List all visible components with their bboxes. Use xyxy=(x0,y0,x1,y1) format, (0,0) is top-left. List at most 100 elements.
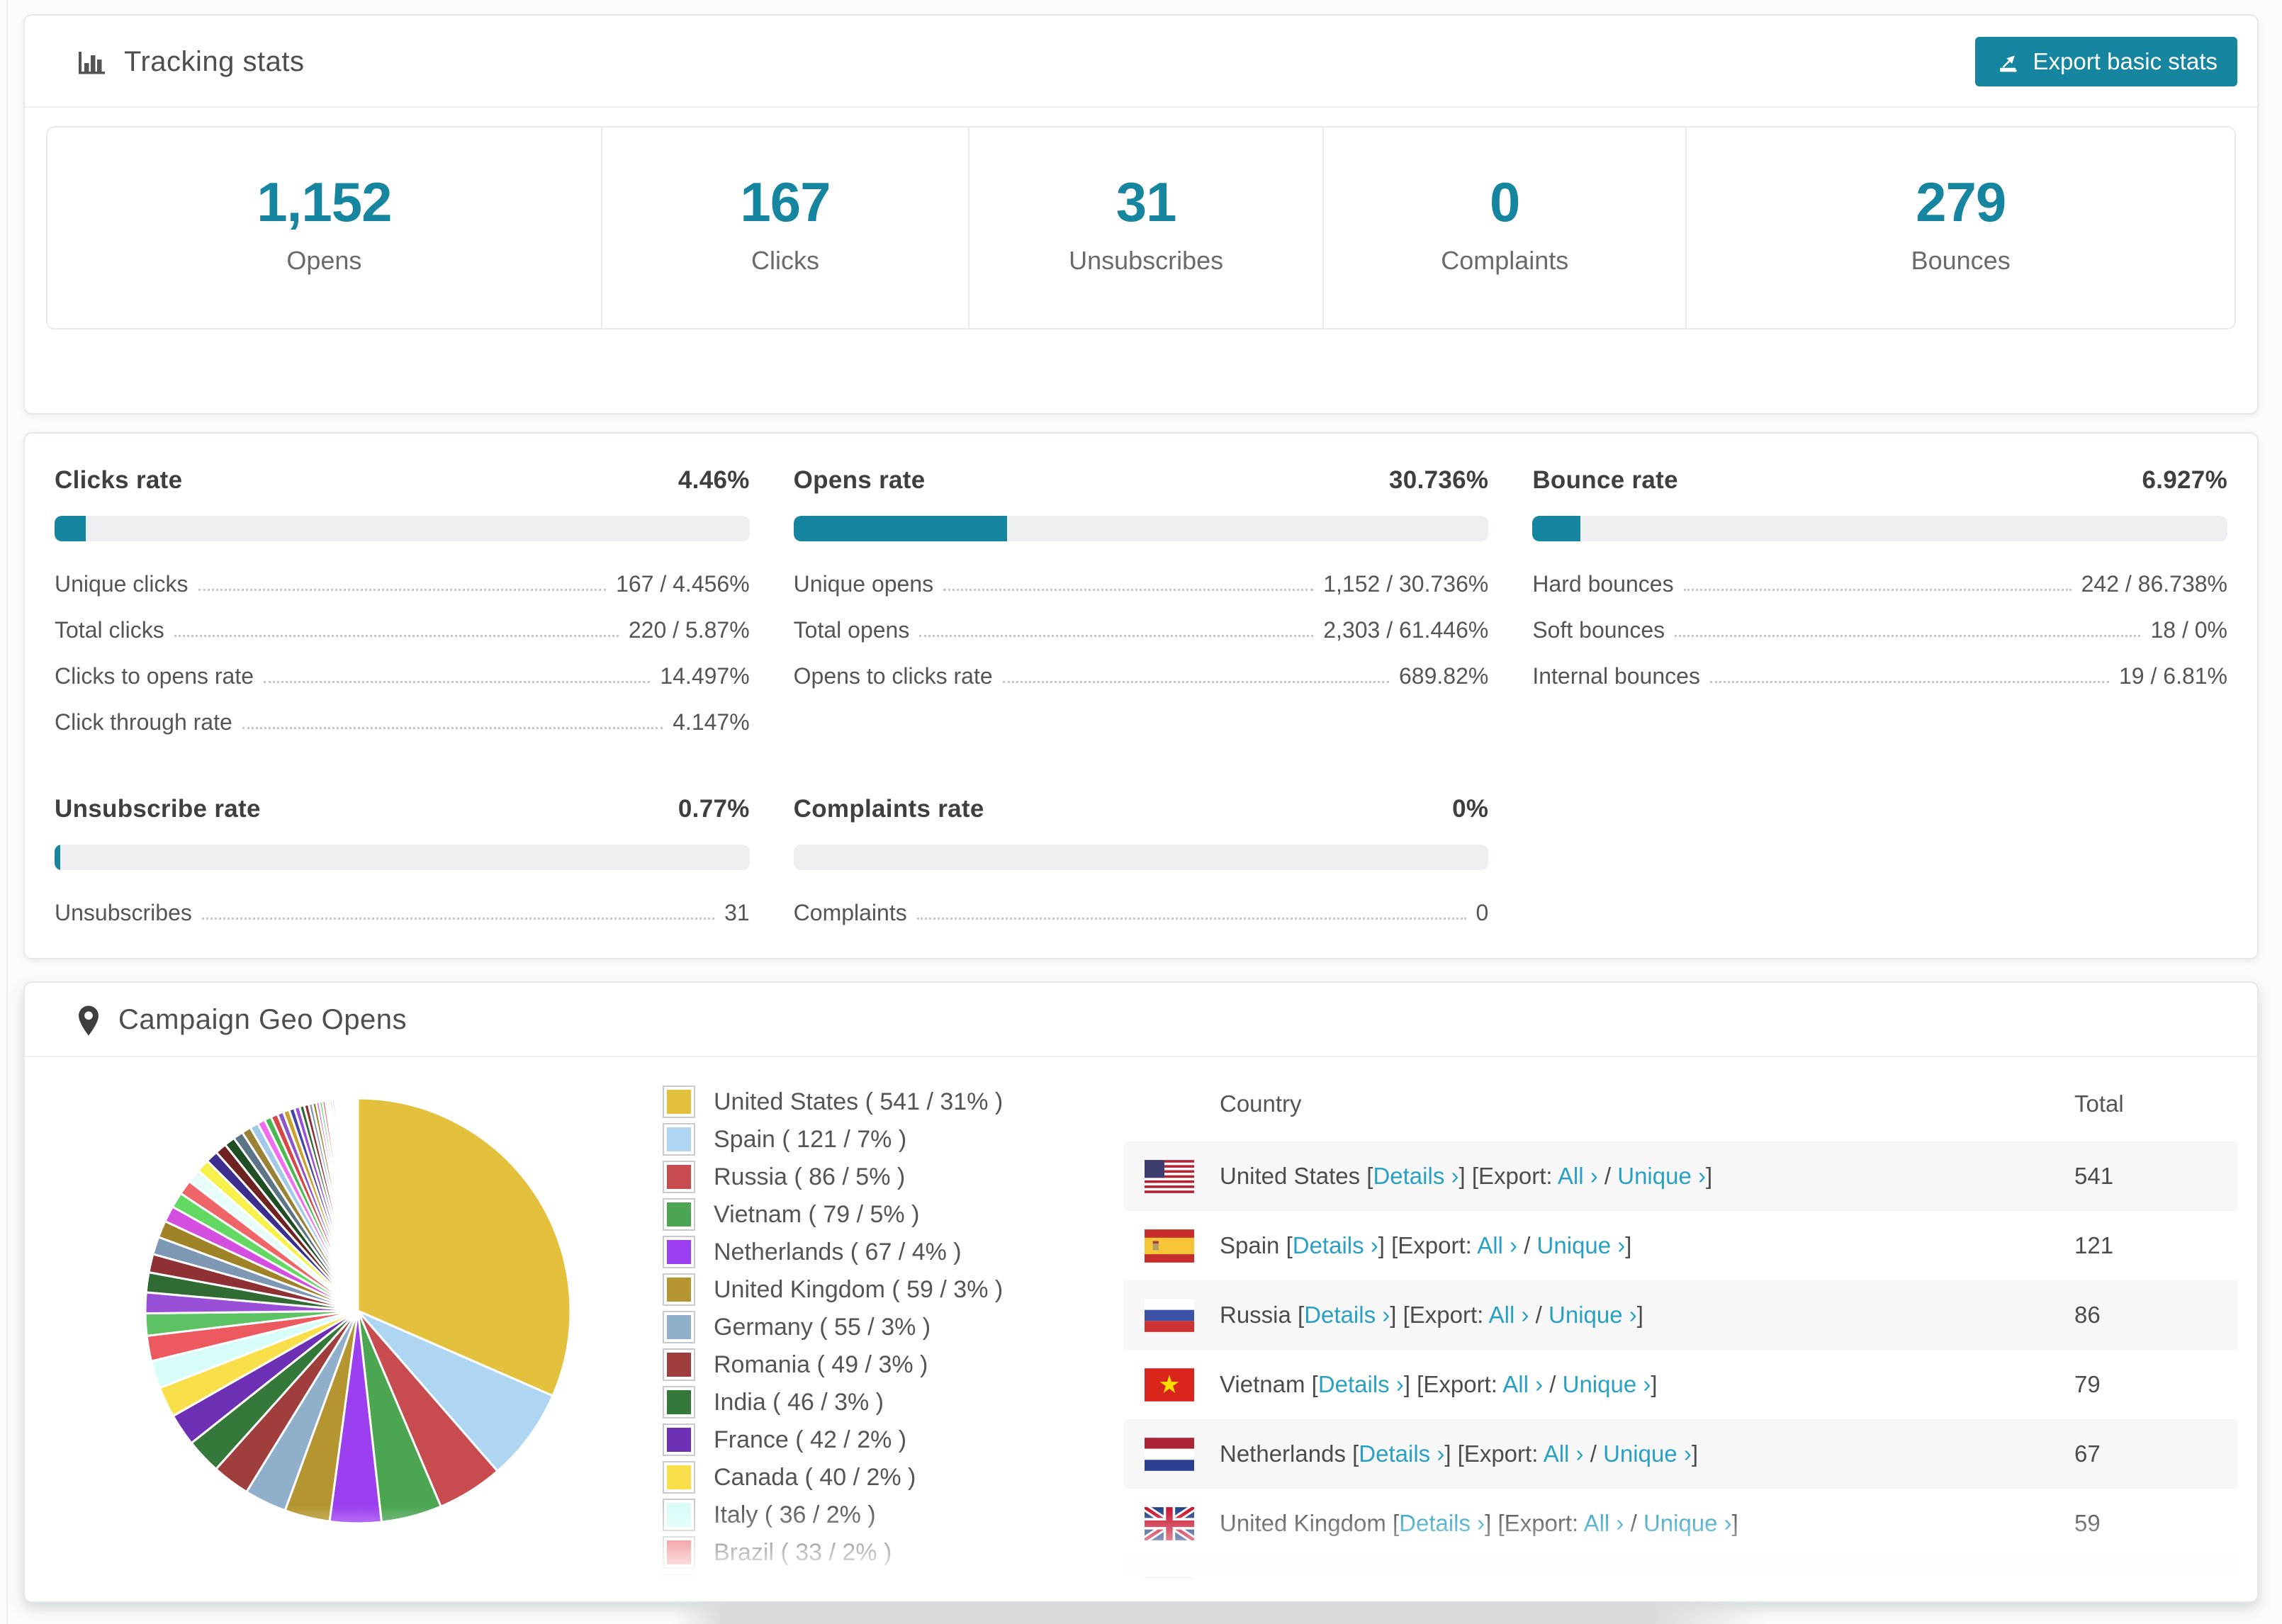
legend-item-romania[interactable]: Romania ( 49 / 3% ) xyxy=(663,1348,1116,1381)
legend-label: Brazil ( 33 / 2% ) xyxy=(714,1538,892,1566)
rate-row-label: Unsubscribes xyxy=(55,900,192,925)
legend-swatch xyxy=(663,1198,695,1231)
rate-row-value: 2,303 / 61.446% xyxy=(1323,617,1489,643)
details-link[interactable]: Details › xyxy=(1373,1163,1458,1189)
legend-label: South Africa ( 29 / 2% ) xyxy=(714,1576,962,1603)
export-button-label: Export basic stats xyxy=(2033,48,2218,74)
export-unique-link[interactable]: Unique › xyxy=(1617,1163,1706,1189)
dotted-leader xyxy=(198,589,607,591)
legend-item-netherlands[interactable]: Netherlands ( 67 / 4% ) xyxy=(663,1236,1116,1268)
dotted-leader xyxy=(1675,635,2141,637)
dotted-leader xyxy=(201,918,715,920)
rates-card: Clicks rate 4.46% Unique clicks 167 / 4.456… xyxy=(23,432,2259,959)
legend-swatch xyxy=(663,1574,695,1601)
stat-value: 279 xyxy=(1916,171,2006,233)
legend-swatch xyxy=(663,1499,695,1531)
rates-grid: Clicks rate 4.46% Unique clicks 167 / 4.456… xyxy=(25,434,2257,954)
export-unique-link[interactable]: Unique › xyxy=(1537,1232,1626,1258)
de-flag-icon xyxy=(1145,1576,1194,1601)
export-unique-link[interactable]: Unique › xyxy=(1643,1510,1732,1536)
country-cell: United States [Details ›] [Export: All ›… xyxy=(1220,1163,1713,1189)
rate-row-value: 4.147% xyxy=(673,709,750,735)
rate-row: Unique opens 1,152 / 30.736% xyxy=(794,571,1489,597)
legend-item-spain[interactable]: Spain ( 121 / 7% ) xyxy=(663,1123,1116,1156)
legend-item-united-states[interactable]: United States ( 541 / 31% ) xyxy=(663,1086,1116,1118)
export-basic-stats-button[interactable]: Export basic stats xyxy=(1974,37,2237,86)
rate-title: Unsubscribe rate xyxy=(55,795,261,823)
details-link[interactable]: Details › xyxy=(1399,1510,1485,1536)
geo-table: Country Total United States [Details ›] [E… xyxy=(1123,1067,2237,1601)
legend-label: Russia ( 86 / 5% ) xyxy=(714,1163,906,1190)
stat-label: Complaints xyxy=(1441,246,1569,275)
rate-row: Total clicks 220 / 5.87% xyxy=(55,617,750,643)
rate-row-label: Unique clicks xyxy=(55,571,189,597)
rate-block-bounce-rate: Bounce rate 6.927% Hard bounces 242 / 86.73… xyxy=(1532,466,2227,735)
legend-item-canada[interactable]: Canada ( 40 / 2% ) xyxy=(663,1461,1116,1494)
legend-item-south-africa[interactable]: South Africa ( 29 / 2% ) xyxy=(663,1574,1116,1603)
rate-row-label: Total clicks xyxy=(55,617,164,643)
rate-value: 0% xyxy=(1452,795,1489,823)
export-all-link[interactable]: All › xyxy=(1558,1163,1598,1189)
details-link[interactable]: Details › xyxy=(1359,1440,1444,1467)
legend-item-germany[interactable]: Germany ( 55 / 3% ) xyxy=(663,1311,1116,1343)
details-link[interactable]: Details › xyxy=(1304,1302,1390,1328)
rate-value: 4.46% xyxy=(678,466,750,494)
export-all-link[interactable]: All › xyxy=(1544,1440,1584,1467)
country-cell: Spain [Details ›] [Export: All › / Uniqu… xyxy=(1220,1232,1632,1258)
table-row-russia: Russia [Details ›] [Export: All › / Uniq… xyxy=(1123,1280,2237,1350)
table-row-united-kingdom: United Kingdom [Details ›] [Export: All … xyxy=(1123,1489,2237,1558)
country-cell: Russia [Details ›] [Export: All › / Uniq… xyxy=(1220,1302,1643,1328)
export-all-link[interactable]: All › xyxy=(1502,1371,1543,1397)
legend-swatch xyxy=(663,1386,695,1419)
legend-item-brazil[interactable]: Brazil ( 33 / 2% ) xyxy=(663,1536,1116,1569)
details-link[interactable]: Details › xyxy=(1318,1371,1404,1397)
details-link[interactable]: Details › xyxy=(1293,1232,1378,1258)
country-cell: Vietnam [Details ›] [Export: All › / Uni… xyxy=(1220,1371,1658,1397)
rate-title: Clicks rate xyxy=(55,466,183,494)
export-all-link[interactable]: All › xyxy=(1477,1232,1517,1258)
page-title: Tracking stats xyxy=(124,45,305,77)
export-all-link[interactable]: All › xyxy=(1489,1302,1529,1328)
dotted-leader xyxy=(919,635,1314,637)
rate-row: Internal bounces 19 / 6.81% xyxy=(1532,663,2227,689)
content-left-divider xyxy=(6,0,8,1624)
summary-row: 1,152 Opens 167 Clicks 31 Unsubscribes 0 Compla… xyxy=(46,126,2236,329)
export-unique-link[interactable]: Unique › xyxy=(1548,1302,1637,1328)
summary-stat-unsubscribes: 31 Unsubscribes xyxy=(968,128,1322,328)
summary-stat-bounces: 279 Bounces xyxy=(1685,128,2235,328)
summary-stat-complaints: 0 Complaints xyxy=(1322,128,1685,328)
rate-title: Complaints rate xyxy=(793,795,984,823)
legend-label: Netherlands ( 67 / 4% ) xyxy=(714,1238,962,1265)
total-cell: 541 xyxy=(2074,1163,2114,1189)
export-unique-link[interactable]: Unique › xyxy=(1603,1440,1692,1467)
rate-row-value: 31 xyxy=(724,900,750,925)
map-pin-icon xyxy=(76,1005,101,1036)
rate-title: Opens rate xyxy=(793,466,926,494)
legend-item-russia[interactable]: Russia ( 86 / 5% ) xyxy=(663,1161,1116,1193)
table-row-netherlands: Netherlands [Details ›] [Export: All › /… xyxy=(1123,1419,2237,1489)
dotted-leader xyxy=(1709,681,2109,683)
geo-body: United States ( 541 / 31% ) Spain ( 121 /… xyxy=(25,1057,2257,1603)
rate-row-value: 242 / 86.738% xyxy=(2081,571,2227,597)
summary-stat-opens: 1,152 Opens xyxy=(47,128,601,328)
rate-progress-bar xyxy=(1532,516,2227,541)
rate-row-label: Unique opens xyxy=(793,571,934,597)
stat-label: Bounces xyxy=(1911,246,2011,275)
rate-row-label: Complaints xyxy=(793,900,907,925)
legend-label: France ( 42 / 2% ) xyxy=(714,1426,907,1453)
total-cell: 59 xyxy=(2074,1510,2101,1536)
dotted-leader xyxy=(174,635,619,637)
legend-label: Italy ( 36 / 2% ) xyxy=(714,1501,876,1528)
rate-value: 6.927% xyxy=(2142,466,2227,494)
rate-row-value: 18 / 0% xyxy=(2150,617,2227,643)
legend-item-vietnam[interactable]: Vietnam ( 79 / 5% ) xyxy=(663,1198,1116,1231)
export-unique-link[interactable]: Unique › xyxy=(1563,1371,1651,1397)
legend-item-france[interactable]: France ( 42 / 2% ) xyxy=(663,1423,1116,1456)
legend-item-italy[interactable]: Italy ( 36 / 2% ) xyxy=(663,1499,1116,1531)
legend-item-india[interactable]: India ( 46 / 3% ) xyxy=(663,1386,1116,1419)
geo-opens-card: Campaign Geo Opens United States ( 541 /… xyxy=(23,981,2259,1603)
rate-row: Hard bounces 242 / 86.738% xyxy=(1532,571,2227,597)
export-all-link[interactable]: All › xyxy=(1584,1510,1624,1536)
rate-row-value: 167 / 4.456% xyxy=(616,571,750,597)
legend-item-united-kingdom[interactable]: United Kingdom ( 59 / 3% ) xyxy=(663,1273,1116,1306)
